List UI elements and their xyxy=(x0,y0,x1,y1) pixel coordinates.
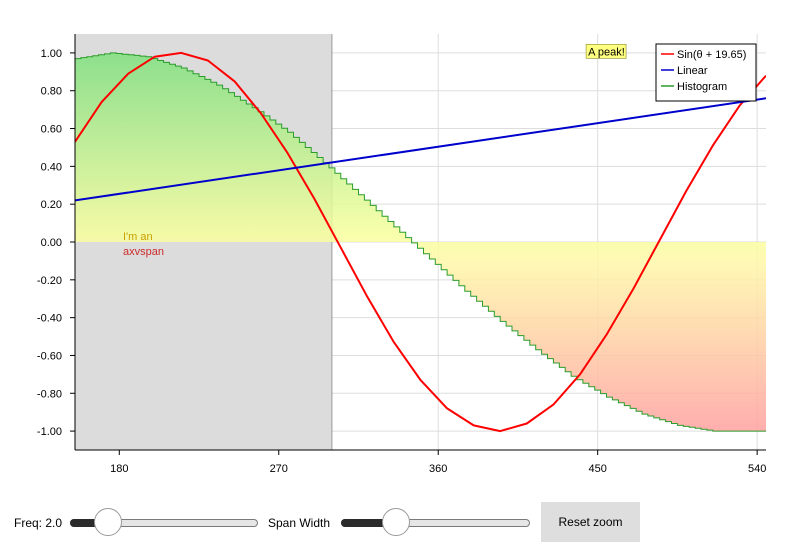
legend-label: Sin(θ + 19.65) xyxy=(677,49,746,61)
span-width-label: Span Width xyxy=(268,516,331,530)
y-tick-label: 0.00 xyxy=(41,237,62,249)
y-tick-label: -1.00 xyxy=(37,426,62,438)
y-tick-label: 0.20 xyxy=(41,199,62,211)
axvspan-label: I'm an xyxy=(123,231,153,243)
span-slider-thumb[interactable] xyxy=(382,508,410,536)
axvspan-label: axvspan xyxy=(123,246,164,258)
y-tick-label: 0.60 xyxy=(41,124,62,136)
y-tick-label: -0.20 xyxy=(37,275,62,287)
span-width-slider[interactable] xyxy=(341,508,530,538)
legend: Sin(θ + 19.65) Linear Histogram xyxy=(655,43,757,102)
annotation: A peak! xyxy=(585,43,627,59)
y-tick-label: -0.80 xyxy=(37,388,62,400)
legend-label: Linear xyxy=(677,65,708,77)
y-tick-label: 1.00 xyxy=(41,48,62,60)
legend-label: Histogram xyxy=(677,81,727,93)
x-tick-label: 450 xyxy=(588,463,606,475)
annotation-text: A peak! xyxy=(588,46,625,58)
x-tick-label: 180 xyxy=(110,463,128,475)
x-tick-label: 270 xyxy=(270,463,288,475)
freq-slider[interactable] xyxy=(70,508,258,538)
freq-label: Freq: 2.0 xyxy=(14,516,63,530)
y-tick-label: -0.60 xyxy=(37,350,62,362)
y-tick-label: 0.80 xyxy=(41,86,62,98)
reset-zoom-button[interactable]: Reset zoom xyxy=(541,502,640,542)
x-tick-label: 540 xyxy=(748,463,766,475)
y-tick-label: -0.40 xyxy=(37,313,62,325)
freq-slider-thumb[interactable] xyxy=(94,508,122,536)
x-tick-label: 360 xyxy=(429,463,447,475)
y-tick-label: 0.40 xyxy=(41,161,62,173)
chart[interactable]: 1.00 0.80 0.60 0.40 0.20 0.00 -0.20 -0.40 -0.60 -… xyxy=(0,0,790,498)
controls-bar: Freq: 2.0 Span Width Reset zoom xyxy=(0,498,790,546)
